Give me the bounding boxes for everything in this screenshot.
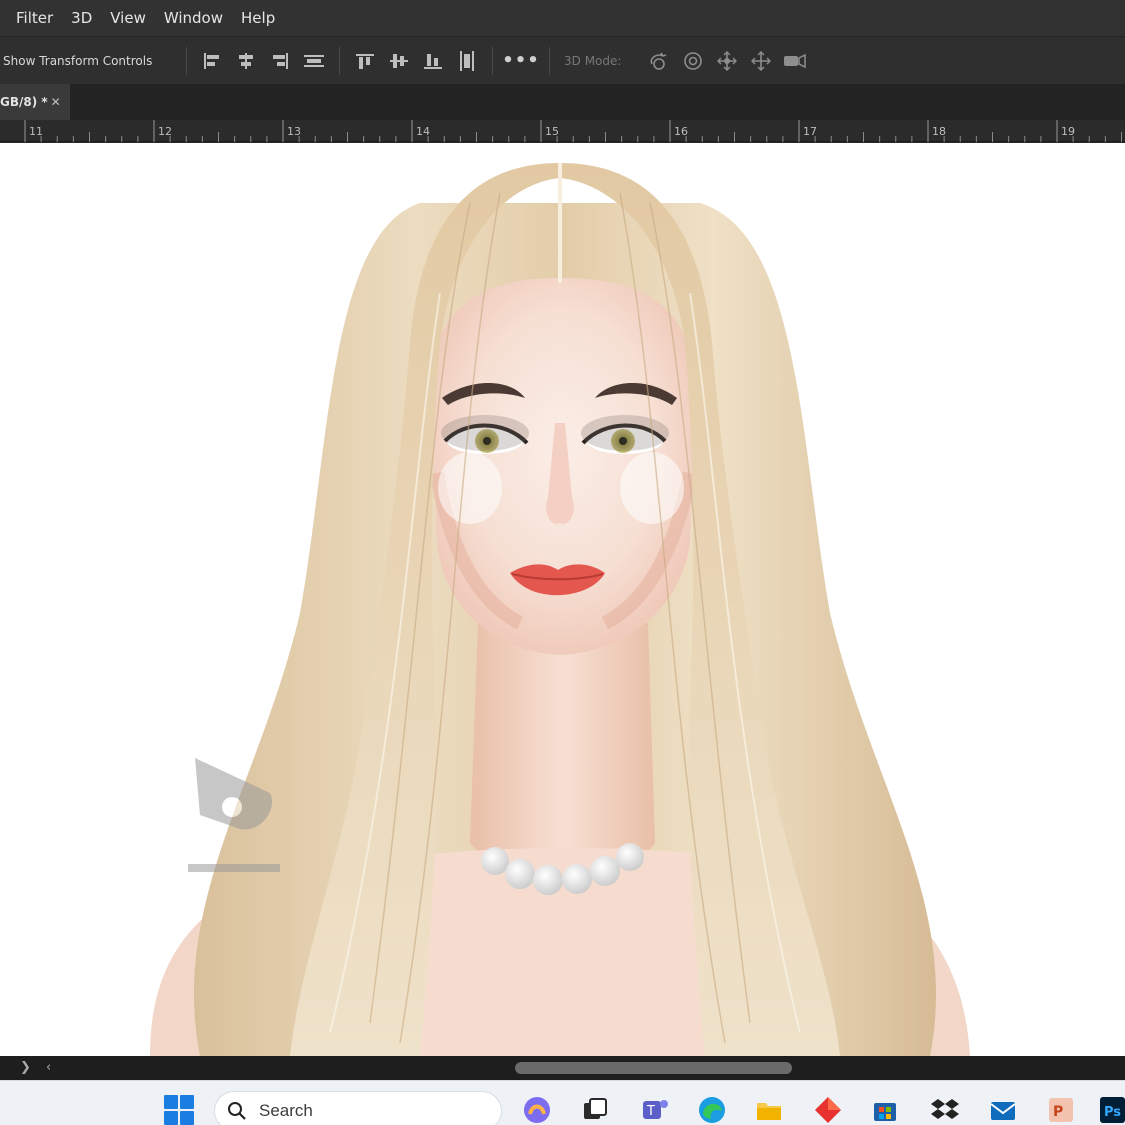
document-tab-bar: GB/8) * ✕ <box>0 84 1125 120</box>
red-diamond-app-icon[interactable] <box>813 1095 843 1125</box>
teams-app-icon[interactable]: T <box>640 1095 670 1125</box>
close-icon[interactable]: ✕ <box>51 95 61 109</box>
document-canvas[interactable] <box>0 143 1125 1056</box>
distribute-horizontal-icon[interactable] <box>297 46 331 76</box>
align-top-edges-icon[interactable] <box>348 46 382 76</box>
align-horizontal-centers-icon[interactable] <box>229 46 263 76</box>
3d-mode-label: 3D Mode: <box>564 53 622 68</box>
align-vertical-centers-icon[interactable] <box>382 46 416 76</box>
portrait-illustration <box>150 163 970 1056</box>
separator <box>339 46 340 75</box>
more-options-button[interactable]: ••• <box>501 50 541 71</box>
document-tab-label: GB/8) * <box>0 95 48 109</box>
orbit-3d-icon[interactable] <box>642 46 676 76</box>
options-bar: Show Transform Controls ••• 3D Mode: <box>0 36 1125 84</box>
scroll-thumb[interactable] <box>515 1062 792 1074</box>
powerpoint-app-icon[interactable]: P <box>1046 1095 1076 1125</box>
distribute-vertical-icon[interactable] <box>450 46 484 76</box>
roll-3d-icon[interactable] <box>676 46 710 76</box>
photoshop-app-icon[interactable]: Ps <box>1100 1095 1125 1125</box>
show-transform-controls-label[interactable]: Show Transform Controls <box>3 54 178 68</box>
menu-view[interactable]: View <box>110 9 146 27</box>
scroll-right-arrow-icon[interactable]: ❯ <box>20 1060 31 1075</box>
pan-3d-icon[interactable] <box>710 46 744 76</box>
search-icon <box>228 1102 246 1120</box>
windows-taskbar: Search T P Ps <box>0 1080 1125 1125</box>
svg-text:P: P <box>1053 1104 1063 1120</box>
horizontal-scrollbar[interactable]: ❯ ‹ <box>0 1056 1125 1080</box>
file-explorer-icon[interactable] <box>754 1095 784 1125</box>
separator <box>492 46 493 75</box>
scroll-left-arrow-icon[interactable]: ‹ <box>46 1060 51 1075</box>
menu-filter[interactable]: Filter <box>16 9 53 27</box>
photoshop-window: Filter 3D View Window Help Show Transfor… <box>0 0 1125 1125</box>
slide-3d-icon[interactable] <box>744 46 778 76</box>
document-tab[interactable]: GB/8) * ✕ <box>0 84 70 120</box>
align-bottom-edges-icon[interactable] <box>416 46 450 76</box>
align-right-edges-icon[interactable] <box>263 46 297 76</box>
windows-start-icon[interactable] <box>164 1095 194 1125</box>
copilot-app-icon[interactable] <box>522 1095 552 1125</box>
menu-window[interactable]: Window <box>164 9 223 27</box>
dropbox-app-icon[interactable] <box>930 1095 960 1125</box>
search-placeholder: Search <box>259 1101 313 1120</box>
mail-app-icon[interactable] <box>988 1095 1018 1125</box>
svg-text:T: T <box>646 1104 655 1119</box>
menu-3d[interactable]: 3D <box>71 9 92 27</box>
ruler-ticks: 11 12 13 14 15 16 17 18 19 <box>24 120 1122 142</box>
store-app-icon[interactable] <box>870 1095 900 1125</box>
align-left-edges-icon[interactable] <box>195 46 229 76</box>
horizontal-ruler[interactable]: 11 12 13 14 15 16 17 18 19 <box>0 120 1125 142</box>
menu-bar: Filter 3D View Window Help <box>0 0 1125 36</box>
menu-help[interactable]: Help <box>241 9 275 27</box>
separator <box>186 46 187 75</box>
svg-text:Ps: Ps <box>1104 1105 1121 1120</box>
edge-browser-icon[interactable] <box>697 1095 727 1125</box>
scale-3d-camera-icon[interactable] <box>778 46 812 76</box>
task-view-icon[interactable] <box>580 1095 610 1125</box>
taskbar-search-box[interactable]: Search <box>214 1091 502 1125</box>
separator <box>549 46 550 75</box>
